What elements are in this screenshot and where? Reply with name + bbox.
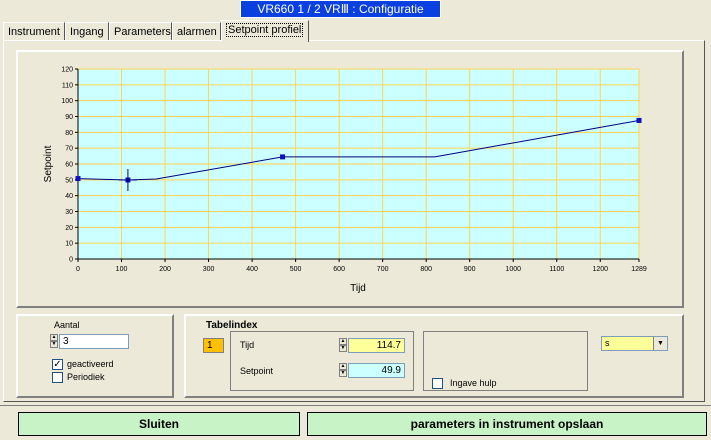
y-tick-label: 90 (65, 114, 73, 121)
y-tick-label: 70 (65, 146, 73, 153)
y-tick-label: 20 (65, 225, 73, 232)
x-tick-label: 800 (420, 266, 432, 273)
x-tick-labels: 0 100 200 300 400 500 600 700 800 900 1000 1100 1200… (76, 266, 647, 273)
y-tick-label: 10 (65, 241, 73, 248)
y-tick-labels: 0 10 20 30 40 50 60 70 80 90 100 110 120 (61, 67, 73, 264)
y-tick-label: 50 (65, 177, 73, 184)
x-tick-label: 1100 (549, 266, 564, 273)
data-point-marker (280, 154, 286, 160)
y-tick-label: 100 (61, 98, 73, 105)
y-tick-label: 110 (62, 82, 73, 89)
data-point-marker (636, 117, 642, 123)
x-tick-label: 900 (464, 266, 476, 273)
x-tick-label: 0 (76, 266, 80, 273)
x-tick-label: 500 (290, 266, 302, 273)
y-tick-label: 120 (61, 67, 73, 74)
x-tick-label: 100 (116, 266, 128, 273)
x-tick-label: 600 (333, 266, 345, 273)
bottom-divider (0, 405, 711, 406)
y-tick-label: 0 (69, 257, 73, 264)
y-axis-label: Setpoint (43, 145, 54, 182)
y-tick-label: 60 (65, 162, 73, 169)
y-tick-label: 40 (65, 193, 73, 200)
y-tick-label: 80 (65, 130, 73, 137)
x-tick-label: 300 (203, 266, 215, 273)
x-tick-label: 400 (246, 266, 258, 273)
x-tick-label: 200 (159, 266, 171, 273)
x-tick-label: 1200 (592, 266, 608, 273)
x-tick-label: 1289 (631, 266, 647, 273)
setpoint-chart[interactable]: 0 100 200 300 400 500 600 700 800 900 1000 1100 1200… (0, 0, 711, 300)
x-tick-label: 1000 (505, 266, 521, 273)
x-axis-label: Tijd (350, 283, 366, 294)
y-tick-label: 30 (65, 209, 73, 216)
data-point-marker (75, 176, 81, 182)
close-button[interactable]: Sluiten (18, 412, 300, 436)
save-parameters-button[interactable]: parameters in instrument opslaan (307, 412, 707, 436)
x-tick-label: 700 (377, 266, 389, 273)
